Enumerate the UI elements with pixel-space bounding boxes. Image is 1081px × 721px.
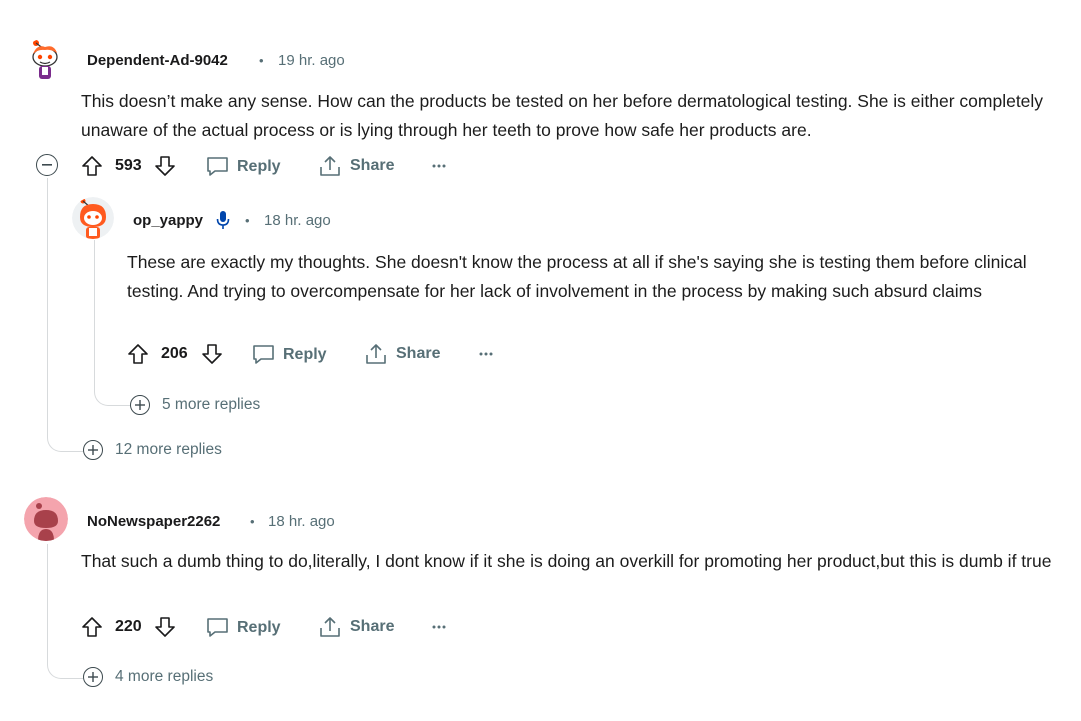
reply-button[interactable]: Reply	[206, 156, 281, 178]
collapse-thread-button[interactable]	[36, 154, 58, 176]
comment-body: This doesn’t make any sense. How can the…	[81, 91, 1044, 140]
downvote-button[interactable]	[154, 616, 176, 643]
vote-count: 220	[115, 618, 142, 635]
reply-author[interactable]: op_yappy	[133, 212, 203, 229]
avatar[interactable]	[24, 38, 66, 80]
share-icon	[320, 617, 340, 637]
plus-icon	[130, 395, 150, 415]
arrow-down-icon	[155, 617, 175, 637]
arrow-up-icon	[128, 344, 148, 364]
upvote-button[interactable]	[81, 616, 103, 643]
more-replies-label: 5 more replies	[162, 396, 261, 413]
share-button[interactable]: Share	[364, 343, 440, 365]
thread-line-reply-1[interactable]	[94, 240, 95, 390]
reply-timestamp[interactable]: 18 hr. ago	[264, 212, 331, 229]
share-button[interactable]: Share	[318, 155, 394, 177]
share-button[interactable]: Share	[318, 616, 394, 638]
minus-icon	[42, 164, 52, 166]
comment-timestamp[interactable]: 18 hr. ago	[268, 513, 335, 530]
more-options-button[interactable]	[430, 618, 448, 641]
avatar[interactable]	[72, 197, 114, 239]
thread-elbow-comment-2	[47, 650, 83, 679]
microphone-icon	[216, 210, 230, 235]
more-replies-label: 12 more replies	[115, 441, 222, 458]
plus-icon	[83, 440, 103, 460]
vote-count: 206	[161, 345, 188, 362]
ellipsis-icon	[479, 352, 493, 356]
more-replies-button[interactable]: 4 more replies	[83, 667, 213, 687]
reply-label: Reply	[237, 619, 281, 636]
share-icon	[366, 344, 386, 364]
reply-label: Reply	[283, 346, 327, 363]
snoo-avatar-icon	[72, 197, 114, 239]
comment-bubble-icon	[253, 345, 274, 364]
more-replies-button[interactable]: 12 more replies	[83, 440, 222, 460]
arrow-down-icon	[202, 344, 222, 364]
more-replies-label: 4 more replies	[115, 668, 214, 685]
comment-bubble-icon	[207, 157, 228, 176]
comment-body: That such a dumb thing to do,literally, …	[81, 551, 1052, 571]
thread-line-comment-1[interactable]	[47, 178, 48, 430]
snoo-avatar-icon	[24, 38, 66, 80]
more-options-button[interactable]	[430, 157, 448, 180]
downvote-button[interactable]	[154, 155, 176, 182]
meta-separator: •	[245, 213, 250, 228]
avatar[interactable]	[24, 497, 68, 541]
thread-elbow-comment-1	[47, 420, 83, 452]
reply-button[interactable]: Reply	[206, 617, 281, 639]
downvote-button[interactable]	[201, 343, 223, 370]
share-label: Share	[396, 345, 441, 362]
reply-button[interactable]: Reply	[252, 344, 327, 366]
arrow-up-icon	[82, 617, 102, 637]
arrow-down-icon	[155, 156, 175, 176]
share-label: Share	[350, 157, 395, 174]
plus-icon	[83, 667, 103, 687]
meta-separator: •	[250, 514, 255, 529]
meta-separator: •	[259, 53, 264, 68]
ellipsis-icon	[432, 625, 446, 629]
arrow-up-icon	[82, 156, 102, 176]
more-options-button[interactable]	[477, 345, 495, 368]
vote-count: 593	[115, 157, 142, 174]
share-label: Share	[350, 618, 395, 635]
thread-line-comment-2[interactable]	[47, 544, 48, 659]
upvote-button[interactable]	[127, 343, 149, 370]
more-replies-button[interactable]: 5 more replies	[130, 395, 260, 415]
thread-elbow-reply-1	[94, 380, 130, 406]
upvote-button[interactable]	[81, 155, 103, 182]
comment-bubble-icon	[207, 618, 228, 637]
comment-author[interactable]: Dependent-Ad-9042	[87, 52, 228, 69]
comment-timestamp[interactable]: 19 hr. ago	[278, 52, 345, 69]
default-snoo-avatar-icon	[24, 497, 68, 541]
reply-label: Reply	[237, 158, 281, 175]
comment-author[interactable]: NoNewspaper2262	[87, 513, 220, 530]
reply-body: These are exactly my thoughts. She doesn…	[127, 252, 1027, 301]
ellipsis-icon	[432, 164, 446, 168]
share-icon	[320, 156, 340, 176]
